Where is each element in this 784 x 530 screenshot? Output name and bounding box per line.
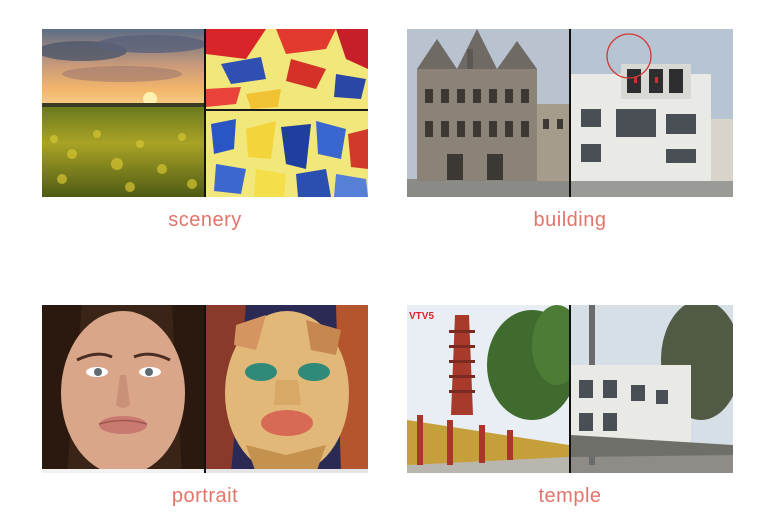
image-pair-building <box>407 29 733 197</box>
portrait-stylized-image <box>206 305 368 473</box>
panel-portrait: portrait <box>42 305 368 508</box>
building-stylized-image <box>571 29 733 197</box>
image-pair-scenery <box>42 29 368 197</box>
image-pair-temple: VTV5 <box>407 305 733 473</box>
panel-building: building <box>407 29 733 232</box>
scenery-stylized-image <box>206 29 368 197</box>
caption-temple: temple <box>538 485 602 507</box>
portrait-original-photo <box>42 305 204 473</box>
caption-portrait: portrait <box>171 485 239 507</box>
scenery-original-photo <box>42 29 204 197</box>
temple-original-photo: VTV5 <box>407 305 569 473</box>
vtv5-logo-text: VTV5 <box>409 311 434 322</box>
caption-building: building <box>533 209 607 231</box>
panel-temple: VTV5 temple <box>407 305 733 508</box>
image-pair-portrait <box>42 305 368 473</box>
building-original-photo <box>407 29 569 197</box>
temple-stylized-image <box>571 305 733 473</box>
caption-scenery: scenery <box>168 209 242 231</box>
panel-scenery: scenery <box>42 29 368 232</box>
